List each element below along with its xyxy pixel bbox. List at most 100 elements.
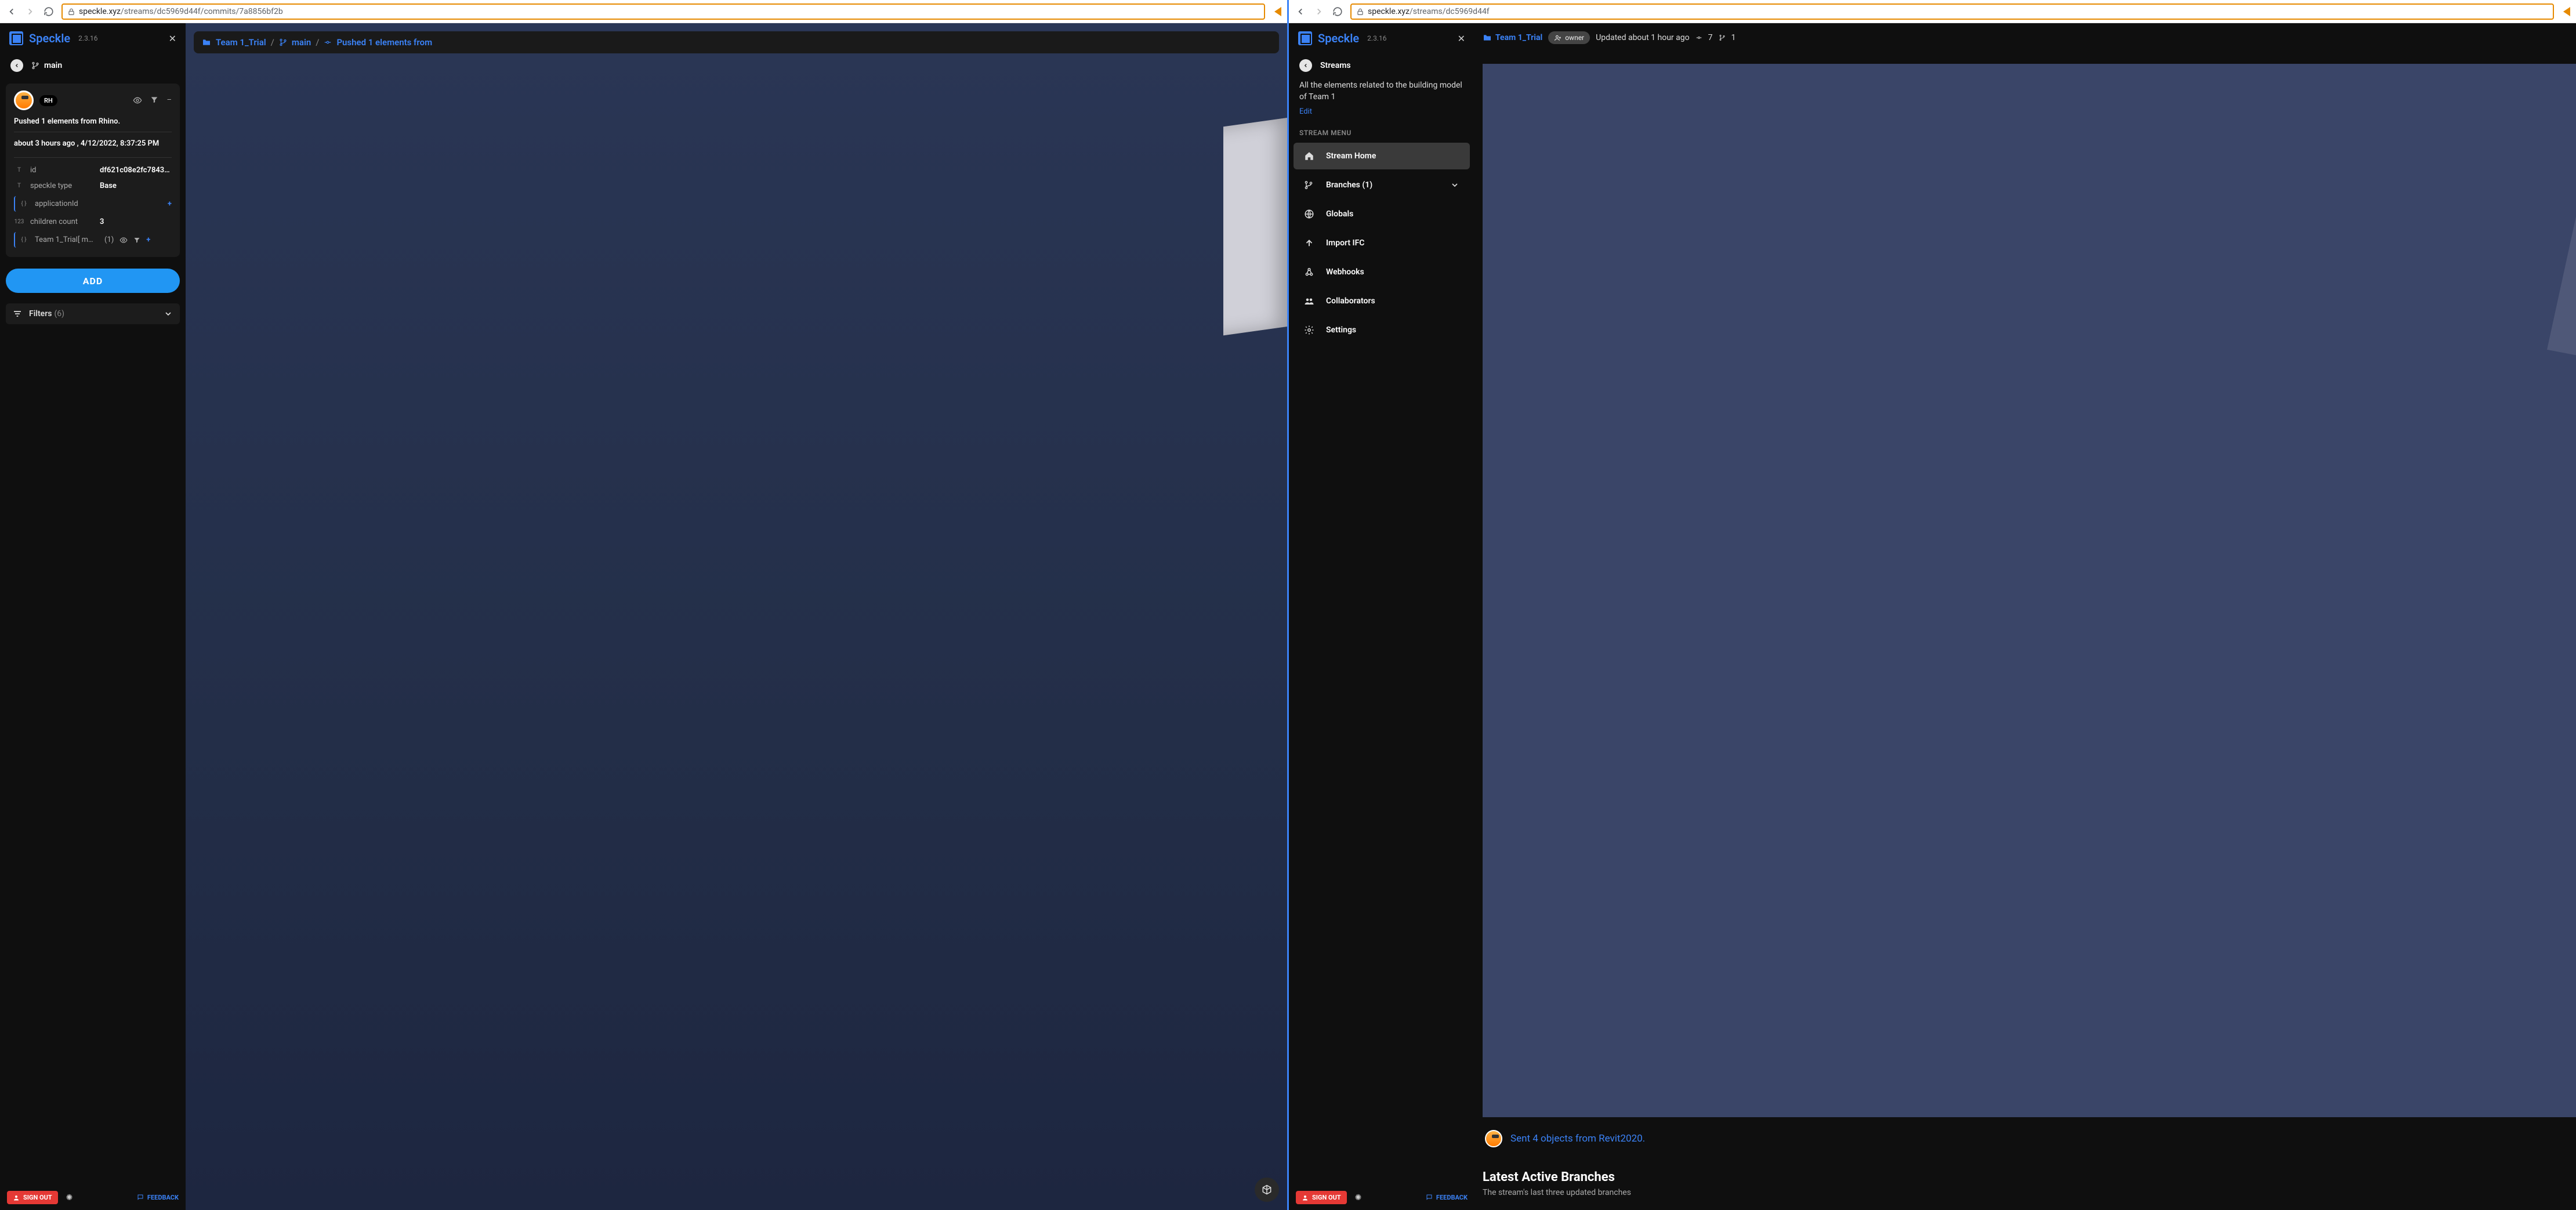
plus-icon[interactable]: + <box>168 200 172 208</box>
sidebar-item-collaborators[interactable]: Collaborators <box>1294 288 1470 314</box>
updated-label: Updated about 1 hour ago <box>1596 33 1690 42</box>
visibility-icon[interactable] <box>119 236 128 244</box>
chat-icon <box>1426 1194 1433 1201</box>
model-geometry <box>1223 117 1287 336</box>
branch-count: 1 <box>1731 33 1736 42</box>
people-icon <box>1304 296 1316 306</box>
filter-list-icon <box>13 309 22 318</box>
version-label: 2.3.16 <box>78 34 97 42</box>
chat-icon <box>137 1194 144 1201</box>
chevron-down-icon <box>1450 180 1459 190</box>
viewer-breadcrumb[interactable]: Team 1_Trial / main / Pushed 1 elements … <box>194 31 1279 53</box>
url-bar-left[interactable]: speckle.xyz/streams/dc5969d44f/commits/7… <box>61 3 1265 20</box>
commit-card: RH – Pushed 1 elements from Rhino. about… <box>6 84 180 257</box>
upload-icon <box>1304 238 1316 248</box>
right-pane: speckle.xyz/streams/dc5969d44f Speckle 2… <box>1289 0 2576 1210</box>
reload-icon[interactable] <box>1332 6 1343 17</box>
branch-icon <box>1304 180 1316 190</box>
stream-header: Team 1_Trial owner Updated about 1 hour … <box>1483 31 2568 44</box>
sidebar-item-webhooks[interactable]: Webhooks <box>1294 259 1470 285</box>
sidebar-item-stream-home[interactable]: Stream Home <box>1294 143 1470 169</box>
branch-count-icon <box>1719 34 1726 41</box>
sidebar-right: Speckle 2.3.16 ✕ Streams All the element… <box>1289 23 1474 1210</box>
branch-crumb[interactable]: main <box>31 61 62 70</box>
prop-children-count: 123 children count 3 <box>14 214 172 230</box>
latest-commit-row[interactable]: Sent 4 objects from Revit2020. <box>1483 1123 2568 1154</box>
lock-icon <box>67 8 75 16</box>
prop-nested-list[interactable]: { } Team 1_Trial[ m… (1) + <box>19 232 172 248</box>
feedback-link[interactable]: FEEDBACK <box>137 1194 179 1201</box>
visibility-icon[interactable] <box>133 96 142 105</box>
collapse-icon[interactable]: – <box>166 96 172 105</box>
sidebar-item-globals[interactable]: Globals <box>1294 201 1470 227</box>
back-icon[interactable] <box>1295 6 1306 17</box>
prop-id: T id df621c08e2fc78438… <box>14 162 172 178</box>
commit-count: 7 <box>1708 33 1713 42</box>
filters-toggle[interactable]: Filters (6) <box>6 303 180 324</box>
source-badge: RH <box>39 95 57 106</box>
sidebar-item-settings[interactable]: Settings <box>1294 317 1470 343</box>
edit-link[interactable]: Edit <box>1289 105 1474 118</box>
commit-message: Pushed 1 elements from Rhino. <box>14 117 172 126</box>
forward-icon[interactable] <box>24 6 36 17</box>
sign-out-button[interactable]: SIGN OUT <box>1296 1191 1347 1204</box>
view-cube-button[interactable] <box>1255 1178 1279 1202</box>
commit-icon <box>324 38 332 46</box>
brand-label[interactable]: Speckle <box>1318 31 1359 45</box>
close-icon[interactable]: ✕ <box>169 33 176 44</box>
sidebar-left: Speckle 2.3.16 ✕ main RH <box>0 23 186 1210</box>
url-bar-right[interactable]: speckle.xyz/streams/dc5969d44f <box>1350 3 2554 20</box>
prop-application-id[interactable]: { } applicationId + <box>19 196 172 212</box>
menu-heading: STREAM MENU <box>1289 118 1474 142</box>
person-add-icon <box>1554 34 1561 42</box>
commit-link[interactable]: Sent 4 objects from Revit2020. <box>1510 1133 1645 1144</box>
latest-branches-sub: The stream's last three updated branches <box>1483 1188 1631 1197</box>
home-icon <box>1304 151 1316 161</box>
avatar <box>1485 1130 1502 1147</box>
globe-icon <box>1304 209 1316 219</box>
streams-crumb[interactable]: Streams <box>1320 61 1351 70</box>
url-text-right: speckle.xyz/streams/dc5969d44f <box>1368 7 1490 16</box>
sign-out-button[interactable]: SIGN OUT <box>7 1191 58 1204</box>
stream-preview[interactable] <box>1483 64 2576 1117</box>
plus-icon[interactable]: + <box>146 236 150 244</box>
add-button[interactable]: ADD <box>6 269 180 293</box>
stream-description: All the elements related to the building… <box>1289 78 1474 105</box>
folder-icon <box>1483 33 1492 42</box>
version-label: 2.3.16 <box>1367 34 1386 42</box>
filter-icon[interactable] <box>133 237 140 244</box>
gear-icon <box>1304 325 1316 335</box>
highlight-arrow-icon <box>1274 7 1281 16</box>
viewer-left[interactable]: Team 1_Trial / main / Pushed 1 elements … <box>186 23 1287 1210</box>
left-pane: speckle.xyz/streams/dc5969d44f/commits/7… <box>0 0 1287 1210</box>
owner-badge: owner <box>1548 31 1590 44</box>
reload-icon[interactable] <box>43 6 55 17</box>
back-circle-icon[interactable] <box>10 59 23 72</box>
theme-toggle-icon[interactable]: ✺ <box>1355 1193 1362 1202</box>
stream-name-link[interactable]: Team 1_Trial <box>1483 33 1542 42</box>
forward-icon[interactable] <box>1313 6 1325 17</box>
browser-toolbar-right: speckle.xyz/streams/dc5969d44f <box>1289 0 2576 23</box>
cube-icon <box>1261 1184 1273 1195</box>
commit-timestamp: about 3 hours ago , 4/12/2022, 8:37:25 P… <box>14 137 172 153</box>
branch-icon <box>31 61 39 70</box>
person-icon <box>1302 1194 1309 1201</box>
latest-branches-heading: Latest Active Branches <box>1483 1170 1615 1184</box>
sidebar-item-import-ifc[interactable]: Import IFC <box>1294 230 1470 256</box>
back-circle-icon[interactable] <box>1299 59 1312 72</box>
feedback-link[interactable]: FEEDBACK <box>1426 1194 1468 1201</box>
folder-icon <box>202 38 211 47</box>
speckle-logo-icon[interactable] <box>9 31 23 45</box>
filter-icon[interactable] <box>150 96 158 105</box>
sidebar-item-branches[interactable]: Branches (1) <box>1294 172 1470 198</box>
close-icon[interactable]: ✕ <box>1458 33 1465 44</box>
avatar <box>14 90 34 110</box>
prop-type: T speckle type Base <box>14 178 172 194</box>
theme-toggle-icon[interactable]: ✺ <box>66 1193 73 1202</box>
back-icon[interactable] <box>6 6 17 17</box>
speckle-logo-icon[interactable] <box>1298 31 1312 45</box>
branch-icon <box>279 38 287 46</box>
chevron-down-icon <box>164 309 173 318</box>
brand-label[interactable]: Speckle <box>29 31 70 45</box>
browser-toolbar-left: speckle.xyz/streams/dc5969d44f/commits/7… <box>0 0 1287 23</box>
